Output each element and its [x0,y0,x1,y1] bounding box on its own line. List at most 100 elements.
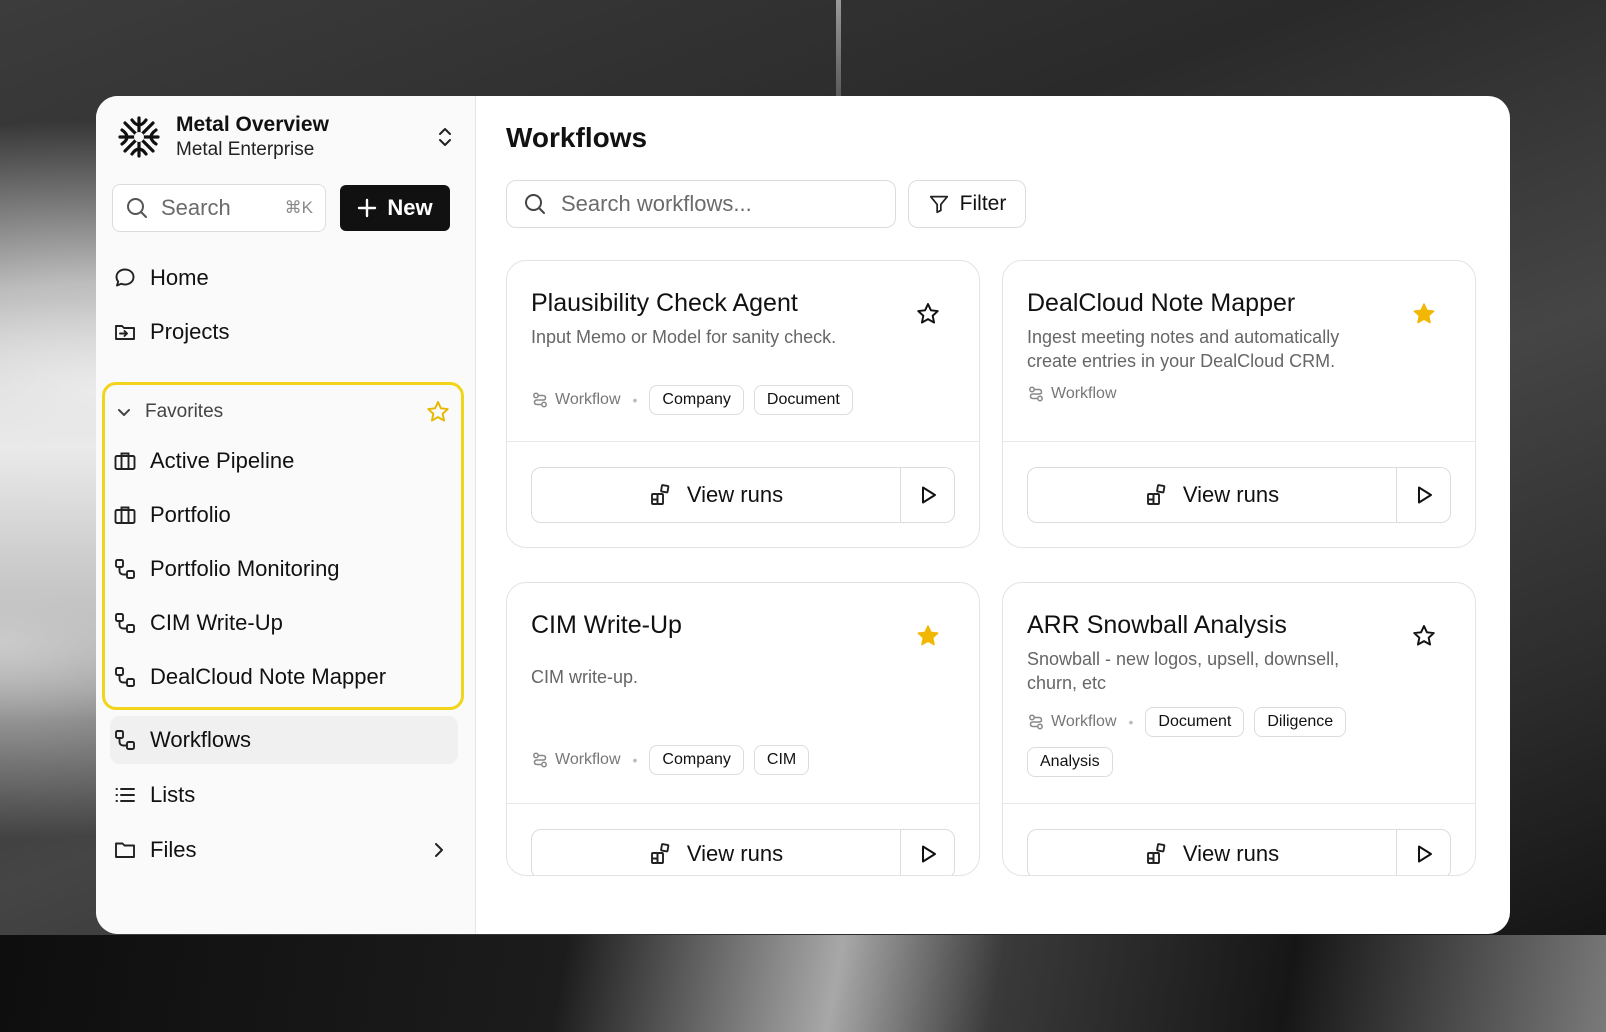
tag: Document [1145,707,1245,737]
play-icon [917,484,939,506]
sidebar-item-label: Home [150,265,209,290]
favorite-item-active-pipeline[interactable]: Active Pipeline [112,439,452,483]
filter-icon [928,193,950,215]
favorite-item-dealcloud-note-mapper[interactable]: DealCloud Note Mapper [112,655,452,699]
run-workflow-button[interactable] [900,468,954,522]
card-actions: View runs [1027,829,1451,875]
favorite-item-portfolio[interactable]: Portfolio [112,493,452,537]
new-button[interactable]: New [340,185,450,231]
card-description: Input Memo or Model for sanity check. [531,327,837,347]
chevron-right-icon[interactable] [430,841,448,859]
sidebar-item-lists[interactable]: Lists [112,771,462,819]
star-outline-icon[interactable] [1411,623,1437,649]
view-runs-button[interactable]: View runs [532,830,900,875]
workflow-card[interactable]: Plausibility Check Agent Input Memo or M… [506,260,980,548]
view-runs-button[interactable]: View runs [532,468,900,522]
card-description: CIM write-up. [531,667,639,687]
star-outline-icon[interactable] [915,301,941,327]
workflow-icon [112,610,138,636]
workflow-search-input[interactable]: Search workflows... [506,180,896,228]
separator-dot: • [632,392,638,408]
workflow-small-icon [531,391,549,409]
sidebar-item-files[interactable]: Files [112,826,462,874]
favorite-item-portfolio-monitoring[interactable]: Portfolio Monitoring [112,547,452,591]
sidebar-item-workflows[interactable]: Workflows [110,716,458,764]
card-description: Ingest meeting notes and automatically c… [1027,327,1340,371]
filter-label: Filter [959,192,1007,215]
workflow-search-placeholder: Search workflows... [561,191,752,216]
sidebar-item-projects[interactable]: Projects [112,308,462,356]
filter-button[interactable]: Filter [908,180,1026,228]
card-meta: Workflow [1027,385,1447,403]
favorite-item-label: DealCloud Note Mapper [150,664,387,689]
view-runs-button[interactable]: View runs [1028,468,1396,522]
blocks-icon [649,842,673,866]
list-icon [112,782,138,808]
separator-dot: • [632,752,638,768]
play-icon [1413,843,1435,865]
view-runs-label: View runs [686,841,784,866]
search-icon [125,196,149,220]
run-workflow-button[interactable] [1396,830,1450,875]
workflow-card[interactable]: ARR Snowball Analysis Snowball - new log… [1002,582,1476,876]
card-meta: Workflow • Company CIM [531,745,951,775]
play-icon [1413,484,1435,506]
workflow-type: Workflow [1027,713,1117,731]
metal-logo-icon [114,112,164,162]
blocks-icon [649,483,673,507]
workflow-type-label: Workflow [1051,385,1117,402]
view-runs-label: View runs [1182,482,1280,507]
tag: Analysis [1027,747,1113,777]
card-actions: View runs [1027,467,1451,523]
blocks-icon [1145,483,1169,507]
background-bottom [0,935,1606,1032]
main-content: Workflows Search workflows... Filter Pla… [476,96,1510,934]
card-description: Snowball - new logos, upsell, downsell, … [1027,649,1340,693]
star-filled-icon[interactable] [1411,301,1437,327]
favorites-header[interactable]: Favorites [115,397,451,427]
tag: Company [649,385,744,415]
card-title: Plausibility Check Agent [531,289,798,317]
search-placeholder: Search [161,195,231,220]
workflow-type-label: Workflow [1051,713,1117,730]
search-shortcut: ⌘K [284,198,313,217]
star-outline-icon [425,399,451,425]
org-switcher[interactable]: Metal Overview Metal Enterprise [114,110,457,164]
star-filled-icon[interactable] [915,623,941,649]
view-runs-button[interactable]: View runs [1028,830,1396,875]
page-title: Workflows [506,122,648,153]
chevron-up-down-icon[interactable] [433,122,457,152]
card-divider [1003,803,1475,804]
chevron-down-icon [115,403,135,421]
workflow-card[interactable]: CIM Write-Up CIM write-up. Workflow • Co… [506,582,980,876]
card-title: CIM Write-Up [531,611,682,639]
run-workflow-button[interactable] [900,830,954,875]
tag: CIM [753,745,810,775]
sidebar-item-label: Workflows [150,727,252,752]
plus-icon [357,198,377,218]
workflow-small-icon [1027,385,1045,403]
sidebar-item-home[interactable]: Home [112,254,462,302]
card-meta: Workflow • Document Diligence Analysis [1027,707,1357,777]
workflow-card[interactable]: DealCloud Note Mapper Ingest meeting not… [1002,260,1476,548]
card-meta: Workflow • Company Document [531,385,951,415]
briefcase-icon [112,448,138,474]
card-title: ARR Snowball Analysis [1027,611,1287,639]
favorite-item-label: Portfolio [150,502,231,527]
sidebar-search-input[interactable]: Search ⌘K [112,184,326,232]
run-workflow-button[interactable] [1396,468,1450,522]
workflow-small-icon [1027,713,1045,731]
sidebar-item-label: Files [150,837,197,862]
workflow-type-label: Workflow [555,751,621,768]
folder-icon [112,837,138,863]
sidebar: Metal Overview Metal Enterprise Search ⌘… [96,96,476,934]
workflow-icon [112,664,138,690]
chat-bubble-icon [112,265,138,291]
tag: Document [753,385,853,415]
card-actions: View runs [531,467,955,523]
favorite-item-cim-write-up[interactable]: CIM Write-Up [112,601,452,645]
app-window: Metal Overview Metal Enterprise Search ⌘… [96,96,1510,934]
card-title: DealCloud Note Mapper [1027,289,1296,317]
separator-dot: • [1128,714,1134,730]
favorite-item-label: CIM Write-Up [150,610,283,635]
